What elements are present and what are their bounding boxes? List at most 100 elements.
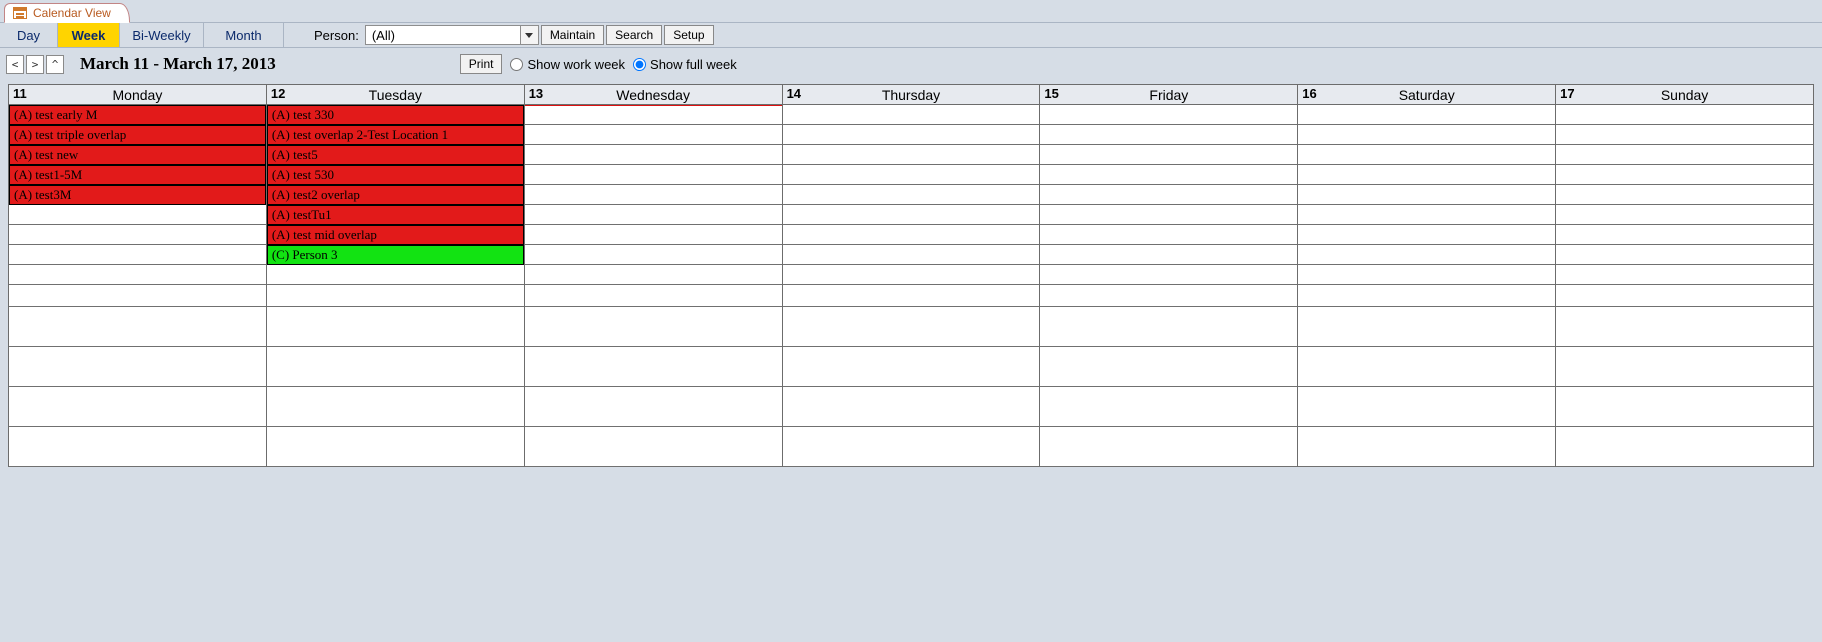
next-button[interactable]: > xyxy=(26,55,44,74)
empty-slot[interactable] xyxy=(1556,307,1813,347)
empty-slot[interactable] xyxy=(1298,105,1555,125)
empty-slot[interactable] xyxy=(783,387,1040,427)
empty-slot[interactable] xyxy=(1556,347,1813,387)
day-header[interactable]: 14Thursday xyxy=(783,85,1041,105)
calendar-event[interactable]: (A) test mid overlap xyxy=(267,225,524,245)
empty-slot[interactable] xyxy=(1040,165,1297,185)
empty-slot[interactable] xyxy=(1298,205,1555,225)
day-header[interactable]: 12Tuesday xyxy=(267,85,525,105)
empty-slot[interactable] xyxy=(1040,245,1297,265)
empty-slot[interactable] xyxy=(525,165,782,185)
empty-slot[interactable] xyxy=(1040,387,1297,427)
empty-slot[interactable] xyxy=(525,307,782,347)
empty-slot[interactable] xyxy=(9,307,266,347)
empty-slot[interactable] xyxy=(267,347,524,387)
radio-full-week-input[interactable] xyxy=(633,58,646,71)
empty-slot[interactable] xyxy=(9,387,266,427)
empty-slot[interactable] xyxy=(1040,307,1297,347)
empty-slot[interactable] xyxy=(1298,387,1555,427)
empty-slot[interactable] xyxy=(1556,105,1813,125)
empty-slot[interactable] xyxy=(783,185,1040,205)
empty-slot[interactable] xyxy=(1556,125,1813,145)
empty-slot[interactable] xyxy=(783,285,1040,307)
empty-slot[interactable] xyxy=(1040,347,1297,387)
empty-slot[interactable] xyxy=(1040,285,1297,307)
view-tab-month[interactable]: Month xyxy=(204,23,284,47)
empty-slot[interactable] xyxy=(783,165,1040,185)
empty-slot[interactable] xyxy=(1040,145,1297,165)
calendar-event[interactable]: (A) test 330 xyxy=(267,105,524,125)
empty-slot[interactable] xyxy=(1040,125,1297,145)
empty-slot[interactable] xyxy=(525,185,782,205)
calendar-event[interactable]: (A) test1-5M xyxy=(9,165,266,185)
empty-slot[interactable] xyxy=(1040,185,1297,205)
empty-slot[interactable] xyxy=(525,427,782,467)
view-tab-week[interactable]: Week xyxy=(58,23,120,47)
empty-slot[interactable] xyxy=(525,225,782,245)
empty-slot[interactable] xyxy=(267,285,524,307)
empty-slot[interactable] xyxy=(1556,285,1813,307)
prev-button[interactable]: < xyxy=(6,55,24,74)
empty-slot[interactable] xyxy=(783,205,1040,225)
empty-slot[interactable] xyxy=(525,105,782,125)
day-header[interactable]: 11Monday xyxy=(9,85,267,105)
empty-slot[interactable] xyxy=(1040,265,1297,285)
calendar-event[interactable]: (A) test overlap 2-Test Location 1 xyxy=(267,125,524,145)
empty-slot[interactable] xyxy=(783,427,1040,467)
empty-slot[interactable] xyxy=(1556,185,1813,205)
empty-slot[interactable] xyxy=(1040,225,1297,245)
empty-slot[interactable] xyxy=(267,307,524,347)
person-select[interactable]: (All) xyxy=(365,25,539,45)
empty-slot[interactable] xyxy=(1298,225,1555,245)
print-button[interactable]: Print xyxy=(460,54,503,74)
view-tab-biweekly[interactable]: Bi-Weekly xyxy=(120,23,204,47)
empty-slot[interactable] xyxy=(525,347,782,387)
empty-slot[interactable] xyxy=(525,145,782,165)
day-header[interactable]: 13Wednesday xyxy=(525,85,783,105)
empty-slot[interactable] xyxy=(525,245,782,265)
empty-slot[interactable] xyxy=(9,347,266,387)
empty-slot[interactable] xyxy=(9,285,266,307)
empty-slot[interactable] xyxy=(1556,145,1813,165)
calendar-event[interactable]: (A) test 530 xyxy=(267,165,524,185)
empty-slot[interactable] xyxy=(783,225,1040,245)
empty-slot[interactable] xyxy=(1298,165,1555,185)
calendar-event[interactable]: (A) test triple overlap xyxy=(9,125,266,145)
empty-slot[interactable] xyxy=(525,285,782,307)
empty-slot[interactable] xyxy=(783,265,1040,285)
empty-slot[interactable] xyxy=(1298,245,1555,265)
empty-slot[interactable] xyxy=(9,245,266,265)
maintain-button[interactable]: Maintain xyxy=(541,25,604,45)
day-header[interactable]: 15Friday xyxy=(1040,85,1298,105)
up-button[interactable]: ^ xyxy=(46,55,64,74)
calendar-event[interactable]: (A) test5 xyxy=(267,145,524,165)
empty-slot[interactable] xyxy=(9,265,266,285)
calendar-event[interactable]: (A) test2 overlap xyxy=(267,185,524,205)
empty-slot[interactable] xyxy=(267,265,524,285)
calendar-event[interactable]: (A) test3M xyxy=(9,185,266,205)
empty-slot[interactable] xyxy=(1298,347,1555,387)
empty-slot[interactable] xyxy=(783,245,1040,265)
calendar-event[interactable]: (A) testTu1 xyxy=(267,205,524,225)
radio-work-week-input[interactable] xyxy=(510,58,523,71)
empty-slot[interactable] xyxy=(1040,427,1297,467)
view-tab-day[interactable]: Day xyxy=(0,23,58,47)
calendar-event[interactable]: (A) test new xyxy=(9,145,266,165)
empty-slot[interactable] xyxy=(1556,245,1813,265)
empty-slot[interactable] xyxy=(267,387,524,427)
empty-slot[interactable] xyxy=(1556,205,1813,225)
empty-slot[interactable] xyxy=(9,205,266,225)
empty-slot[interactable] xyxy=(1040,205,1297,225)
calendar-event[interactable]: (C) Person 3 xyxy=(267,245,524,265)
day-header[interactable]: 16Saturday xyxy=(1298,85,1556,105)
empty-slot[interactable] xyxy=(1298,427,1555,467)
radio-work-week[interactable]: Show work week xyxy=(510,57,625,72)
empty-slot[interactable] xyxy=(1556,427,1813,467)
empty-slot[interactable] xyxy=(525,205,782,225)
empty-slot[interactable] xyxy=(783,125,1040,145)
day-header[interactable]: 17Sunday xyxy=(1556,85,1814,105)
empty-slot[interactable] xyxy=(1298,265,1555,285)
empty-slot[interactable] xyxy=(1556,265,1813,285)
empty-slot[interactable] xyxy=(1040,105,1297,125)
setup-button[interactable]: Setup xyxy=(664,25,713,45)
